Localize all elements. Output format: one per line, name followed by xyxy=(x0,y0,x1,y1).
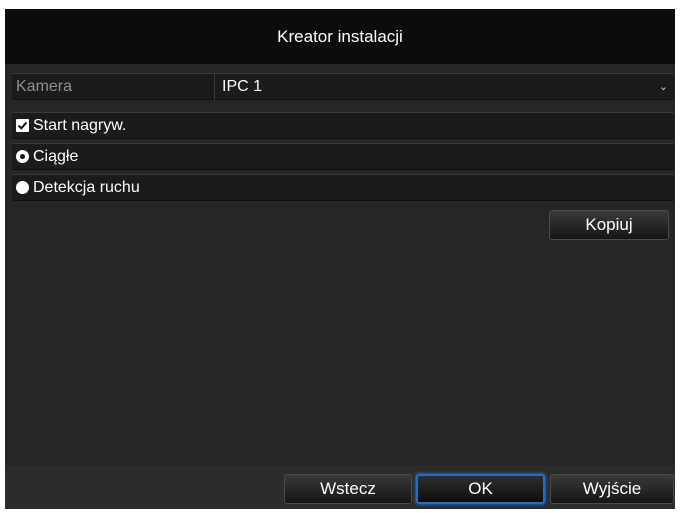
chevron-down-icon: ⌄ xyxy=(658,81,668,93)
dialog-title: Kreator instalacji xyxy=(5,9,675,64)
camera-value: IPC 1 xyxy=(222,77,263,95)
ok-button[interactable]: OK xyxy=(416,474,545,504)
checkmark-icon xyxy=(17,121,28,130)
start-recording-row[interactable]: Start nagryw. xyxy=(12,112,674,139)
exit-button[interactable]: Wyjście xyxy=(550,474,674,504)
motion-detection-radio[interactable] xyxy=(16,181,29,194)
camera-label: Kamera xyxy=(16,77,73,95)
camera-select-row: Kamera IPC 1 ⌄ xyxy=(12,73,674,100)
copy-button[interactable]: Kopiuj xyxy=(549,210,669,240)
motion-detection-row[interactable]: Detekcja ruchu xyxy=(12,174,674,201)
camera-dropdown[interactable]: IPC 1 ⌄ xyxy=(215,73,674,100)
start-recording-checkbox[interactable] xyxy=(16,119,29,132)
setup-wizard-dialog: Kreator instalacji Kamera IPC 1 ⌄ Start … xyxy=(5,9,675,509)
continuous-radio[interactable] xyxy=(16,150,29,163)
back-button[interactable]: Wstecz xyxy=(284,474,412,504)
continuous-label: Ciągłe xyxy=(33,147,79,165)
continuous-row[interactable]: Ciągłe xyxy=(12,143,674,170)
start-recording-label: Start nagryw. xyxy=(33,116,127,134)
motion-detection-label: Detekcja ruchu xyxy=(33,178,140,196)
